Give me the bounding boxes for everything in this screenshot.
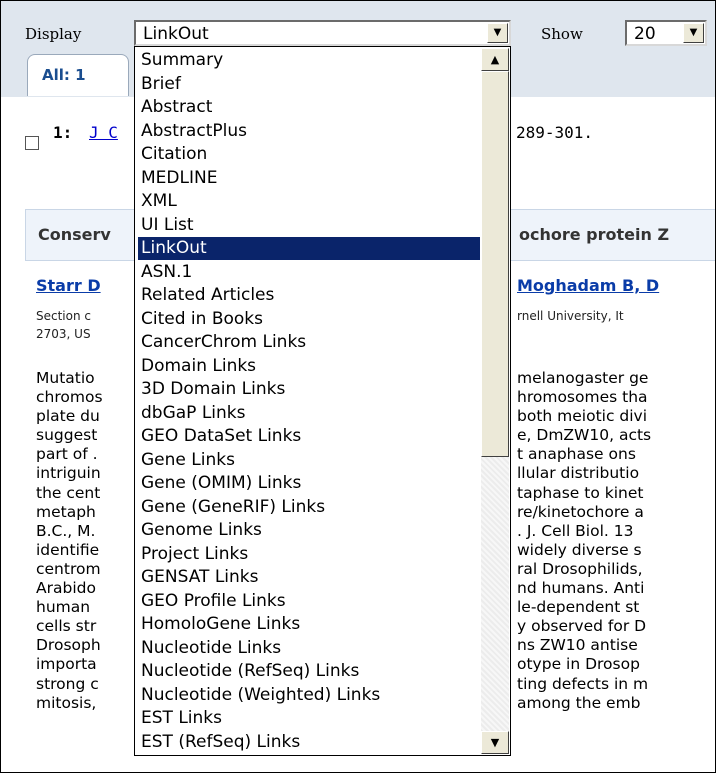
display-select[interactable]: LinkOut ▼ [134,20,511,46]
dropdown-option[interactable]: UI List [138,214,480,237]
abstract-right: melanogaster ge hromosomes tha both meioti… [517,369,715,713]
dropdown-option[interactable]: Summary [138,49,480,72]
dropdown-option[interactable]: LinkOut [138,237,480,260]
dropdown-option[interactable]: Genome Links [138,519,480,542]
abstract-line: hromosomes tha [517,388,648,407]
dropdown-option[interactable]: Nucleotide (Weighted) Links [138,684,480,707]
abstract-line: among the emb [517,693,641,712]
result-checkbox[interactable] [25,136,39,150]
dropdown-option[interactable]: 3D Domain Links [138,378,480,401]
author-link[interactable]: Moghadam B, D [517,276,659,295]
dropdown-option[interactable]: Gene Links [138,449,480,472]
dropdown-option[interactable]: CancerChrom Links [138,331,480,354]
abstract-line: llular distributio [517,464,640,483]
abstract-line: taphase to kinet [517,483,644,502]
display-label: Display [25,25,82,43]
abstract-line: both meiotic divi [517,407,648,426]
dropdown-option[interactable]: Domain Links [138,355,480,378]
result-citation-link[interactable]: J C [89,123,118,142]
affiliation-line: 2703, US [36,327,91,341]
display-dropdown-list[interactable]: Summary Brief Abstract AbstractPlus Citation… [134,46,511,756]
dropdown-option[interactable]: XML [138,190,480,213]
dropdown-option[interactable]: Nucleotide Links [138,637,480,660]
dropdown-option[interactable]: HomoloGene Links [138,613,480,636]
result-number: 1: [53,123,73,142]
scrollbar-thumb[interactable] [481,71,509,457]
dropdown-option[interactable]: AbstractPlus [138,120,480,143]
abstract-line: nd humans. Anti [517,579,645,598]
abstract-line: e, DmZW10, acts [517,426,652,445]
dropdown-scrollbar[interactable]: ▲ ▼ [481,48,509,754]
abstract-line: y observed for D [517,617,647,636]
chevron-down-icon[interactable]: ▼ [487,23,508,43]
dropdown-option[interactable]: Brief [138,73,480,96]
article-title-left: Conserv [38,225,111,244]
abstract-line: otype in Drosop [517,655,640,674]
abstract-line: . J. Cell Biol. 13 [517,521,634,540]
dropdown-option[interactable]: GEO Profile Links [138,590,480,613]
abstract-line: ral Drosophilids, [517,559,643,578]
dropdown-option[interactable]: GEO DataSet Links [138,425,480,448]
dropdown-option[interactable]: GENSAT Links [138,566,480,589]
dropdown-option[interactable]: EST Links [138,707,480,730]
dropdown-option[interactable]: Nucleotide (RefSeq) Links [138,660,480,683]
dropdown-option[interactable]: Project Links [138,543,480,566]
abstract-line: re/kinetochore a [517,502,644,521]
dropdown-option[interactable]: Gene (GeneRIF) Links [138,496,480,519]
affiliation-line: rnell University, It [517,309,624,323]
display-select-value: LinkOut [143,24,209,44]
chevron-down-icon[interactable]: ▼ [683,23,704,43]
result-citation-tail: 289-301. [516,123,594,142]
dropdown-option[interactable]: Abstract [138,96,480,119]
dropdown-option[interactable]: ASN.1 [138,261,480,284]
abstract-line: ns ZW10 antise [517,636,638,655]
dropdown-option[interactable]: dbGaP Links [138,402,480,425]
show-label: Show [541,25,583,43]
page-frame: Display LinkOut ▼ Show 20 ▼ All: 1 1: J … [0,0,716,773]
dropdown-option[interactable]: EST (RefSeq) Links [138,731,480,754]
tab-all-label: All: 1 [42,66,86,84]
tab-all[interactable]: All: 1 [27,54,129,96]
abstract-line: melanogaster ge [517,369,649,387]
dropdown-option[interactable]: Related Articles [138,284,480,307]
dropdown-option[interactable]: Gene (OMIM) Links [138,472,480,495]
article-title-right: ochore protein Z [519,225,670,244]
abstract-line: le-dependent st [517,598,640,617]
arrow-up-icon[interactable]: ▲ [481,48,509,71]
show-select[interactable]: 20 ▼ [625,20,707,46]
dropdown-option[interactable]: Citation [138,143,480,166]
author-link[interactable]: Starr D [36,276,101,295]
abstract-line: t anaphase ons [517,445,636,464]
abstract-line: ting defects in m [517,674,649,693]
arrow-down-icon[interactable]: ▼ [481,731,509,754]
abstract-line: widely diverse s [517,540,642,559]
affiliation-line: Section c [36,309,91,323]
show-select-value: 20 [634,24,656,44]
dropdown-option[interactable]: Cited in Books [138,308,480,331]
dropdown-option[interactable]: MEDLINE [138,167,480,190]
